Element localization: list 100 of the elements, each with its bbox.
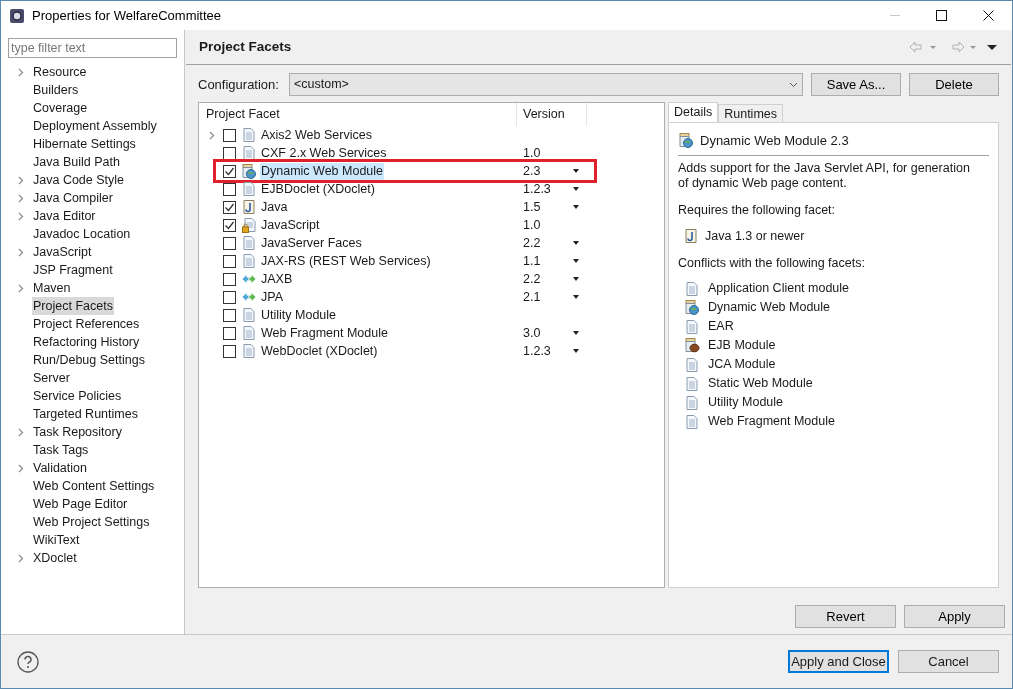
checkbox[interactable] [223,326,236,340]
expand-chevron-icon[interactable] [209,130,215,140]
requires-heading: Requires the following facet: [678,201,837,219]
tree-item[interactable]: Targeted Runtimes [32,405,139,423]
maximize-icon[interactable] [936,10,947,21]
facet-name[interactable]: Axis2 Web Services [260,126,373,144]
facet-version: 1.5 [523,198,541,216]
checkbox[interactable] [223,200,236,214]
tree-item[interactable]: Service Policies [32,387,123,405]
facet-item: EJB Module [708,337,776,355]
tree-item[interactable]: WikiText [32,531,81,549]
tree-item[interactable]: JavaScript [32,243,93,261]
facet-name[interactable]: JPA [260,288,284,306]
facet-name[interactable]: CXF 2.x Web Services [260,144,388,162]
tab[interactable]: Details [668,102,719,122]
checkbox[interactable] [223,308,236,322]
document-icon [243,146,255,160]
expand-chevron-icon[interactable] [17,427,24,437]
tree-item[interactable]: Deployment Assembly [32,117,158,135]
expand-chevron-icon[interactable] [17,175,24,185]
navigation-arrows-icon[interactable] [909,41,999,53]
tree-item[interactable]: Project Facets [32,297,114,315]
tree-item[interactable]: Run/Debug Settings [32,351,146,369]
tree-item[interactable]: Validation [32,459,88,477]
close-icon[interactable] [983,10,994,21]
globe-jar-icon [684,300,700,315]
filter-field[interactable]: type filter text [8,38,177,58]
caret-icon [789,81,798,88]
expand-chevron-icon[interactable] [17,211,24,221]
expand-chevron-icon[interactable] [17,553,24,563]
tree-item[interactable]: JSP Fragment [32,261,114,279]
dropdown-caret-icon[interactable] [573,241,579,245]
dropdown-caret-icon[interactable] [573,187,579,191]
tree-item[interactable]: Task Tags [32,441,90,459]
tree-item[interactable]: Hibernate Settings [32,135,137,153]
dropdown-caret-icon[interactable] [573,349,579,353]
expand-chevron-icon[interactable] [17,247,24,257]
expand-chevron-icon[interactable] [17,283,24,293]
tree-item[interactable]: Java Build Path [32,153,121,171]
tree-item[interactable]: Javadoc Location [32,225,132,243]
configuration-dropdown[interactable]: <custom> [288,73,803,96]
button[interactable]: Revert [795,605,896,628]
dropdown-caret-icon[interactable] [573,277,579,281]
tree-item[interactable]: Java Code Style [32,171,126,189]
facet-name[interactable]: JavaServer Faces [260,234,363,252]
checkbox[interactable] [223,128,236,142]
checkbox[interactable] [223,218,236,232]
globe-jar-icon [678,133,694,149]
button[interactable]: Cancel [898,650,999,673]
tree-item[interactable]: Web Project Settings [32,513,151,531]
facet-name[interactable]: JavaScript [260,216,321,234]
facet-name[interactable]: EJBDoclet (XDoclet) [260,180,376,198]
page-title: Project Facets [199,37,292,56]
facet-name[interactable]: JAXB [260,270,294,288]
checkbox[interactable] [223,146,236,160]
facet-version: 1.1 [523,252,541,270]
tree-item[interactable]: Web Content Settings [32,477,156,495]
tab[interactable]: Runtimes [718,104,783,122]
dropdown-caret-icon[interactable] [573,259,579,263]
column-header: Version [517,103,587,126]
facet-name[interactable]: Web Fragment Module [260,324,389,342]
document-icon [243,128,255,142]
facet-name[interactable]: JAX-RS (REST Web Services) [260,252,432,270]
button[interactable]: Apply [904,605,1005,628]
tree-item[interactable]: Java Editor [32,207,97,225]
facet-name[interactable]: Utility Module [260,306,338,324]
facet-name[interactable]: WebDoclet (XDoclet) [260,342,379,360]
help-icon[interactable] [17,650,39,673]
dropdown-caret-icon[interactable] [573,169,579,173]
tree-item[interactable]: Builders [32,81,80,99]
facet-name[interactable]: Java [260,198,289,216]
button[interactable]: Apply and Close [788,650,889,673]
document-icon [686,395,698,410]
checkbox[interactable] [223,272,236,286]
facet-name[interactable]: Dynamic Web Module [260,162,385,180]
tree-item[interactable]: Server [32,369,71,387]
expand-chevron-icon[interactable] [17,463,24,473]
expand-chevron-icon[interactable] [17,67,24,77]
tree-item[interactable]: XDoclet [32,549,78,567]
checkbox[interactable] [223,164,236,178]
expand-chevron-icon[interactable] [17,193,24,203]
button[interactable]: Delete [909,73,999,96]
tree-item[interactable]: Web Page Editor [32,495,129,513]
tree-item[interactable]: Java Compiler [32,189,114,207]
tree-item[interactable]: Coverage [32,99,89,117]
checkbox[interactable] [223,344,236,358]
tree-item[interactable]: Project References [32,315,141,333]
document-icon [243,236,255,250]
dropdown-caret-icon[interactable] [573,295,579,299]
tree-item[interactable]: Refactoring History [32,333,141,351]
tree-item[interactable]: Task Repository [32,423,123,441]
tree-item[interactable]: Resource [32,63,88,81]
button[interactable]: Save As... [811,73,901,96]
double-arrow-icon [242,292,256,302]
dropdown-caret-icon[interactable] [573,331,579,335]
dropdown-caret-icon[interactable] [573,205,579,209]
checkbox[interactable] [223,254,236,268]
checkbox[interactable] [223,290,236,304]
checkbox[interactable] [223,236,236,250]
tree-item[interactable]: Maven [32,279,72,297]
